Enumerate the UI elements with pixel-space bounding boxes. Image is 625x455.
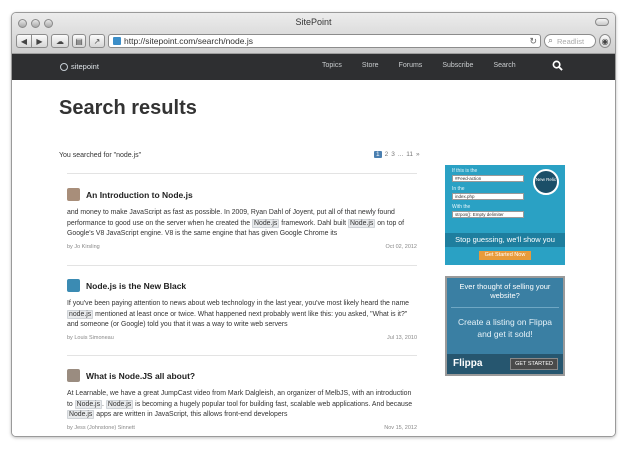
- ad-label: With the: [452, 204, 471, 210]
- reload-icon[interactable]: ↻: [529, 36, 537, 47]
- divider: [67, 173, 417, 174]
- result-title[interactable]: Node.js is the New Black: [86, 281, 186, 291]
- ad-tagline: Stop guessing, we'll show you: [445, 233, 565, 247]
- toolbar-toggle-button[interactable]: [595, 18, 609, 26]
- window-title: SitePoint: [295, 17, 332, 27]
- downloads-button[interactable]: ◉: [599, 34, 611, 48]
- bookmarks-button[interactable]: ▤: [72, 34, 86, 48]
- ad-label: In the: [452, 186, 465, 192]
- search-result: An Introduction to Node.js and money to …: [67, 188, 417, 250]
- result-author[interactable]: by Jess (Johnstone) Sinnett: [67, 425, 135, 431]
- ad-select: #Feed-action: [452, 175, 524, 182]
- result-date: Nov 15, 2012: [384, 424, 417, 431]
- ad-headline: Ever thought of selling your website?: [459, 282, 551, 300]
- result-description: and money to make JavaScript as fast as …: [67, 208, 417, 240]
- result-author[interactable]: by Louis Simoneau: [67, 335, 114, 341]
- search-result: What is Node.JS all about? At Learnable,…: [67, 369, 417, 431]
- nav-item-forums[interactable]: Forums: [399, 62, 423, 69]
- back-button[interactable]: ◀: [16, 34, 32, 48]
- ad-select: strpos(): Empty delimiter: [452, 211, 524, 218]
- cloud-icon: ☁: [56, 36, 64, 46]
- code-keyword: Node.js: [252, 218, 280, 228]
- share-button[interactable]: ↗: [89, 34, 105, 48]
- article-thumbnail-icon: [67, 279, 80, 292]
- divider: [67, 265, 417, 266]
- page-link[interactable]: 3: [391, 151, 395, 158]
- site-navbar: sitepoint Topics Store Forums Subscribe …: [12, 54, 615, 80]
- search-query-text: You searched for "node.js": [59, 152, 142, 159]
- page-ellipsis: ...: [397, 151, 404, 158]
- logo-text: sitepoint: [71, 62, 99, 71]
- page-link[interactable]: 2: [385, 151, 389, 158]
- ad-label: If this is the: [452, 168, 478, 174]
- page-title: Search results: [59, 97, 197, 119]
- search-icon[interactable]: [552, 60, 563, 71]
- pagination: 1 2 3 ... 11 »: [374, 151, 420, 158]
- nav-item-topics[interactable]: Topics: [322, 62, 342, 69]
- result-title[interactable]: What is Node.JS all about?: [86, 371, 195, 381]
- desc-text: If you've been paying attention to news …: [67, 300, 410, 307]
- forward-button[interactable]: ▶: [32, 34, 48, 48]
- download-icon: ◉: [601, 36, 609, 46]
- result-author[interactable]: by Jo Kirsling: [67, 244, 100, 250]
- divider: [67, 355, 417, 356]
- back-arrow-icon: ◀: [20, 36, 28, 46]
- flippa-logo: Flippa: [453, 358, 483, 369]
- browser-window: SitePoint ◀ ▶ ☁ ▤ ↗ http://sitepoint.com…: [11, 12, 616, 437]
- sitepoint-logo[interactable]: sitepoint: [60, 62, 99, 71]
- ad-footer: Flippa GET STARTED: [447, 354, 563, 374]
- forward-arrow-icon: ▶: [36, 36, 43, 46]
- desc-text: apps are written in JavaScript, this all…: [94, 411, 288, 419]
- browser-toolbar: ◀ ▶ ☁ ▤ ↗ http://sitepoint.com/search/no…: [16, 32, 611, 50]
- advertisement-newrelic[interactable]: If this is the #Feed-action In the index…: [445, 165, 565, 265]
- url-text: http://sitepoint.com/search/node.js: [124, 36, 253, 46]
- search-result: Node.js is the New Black If you've been …: [67, 279, 417, 341]
- sitepoint-logo-icon: [60, 62, 68, 71]
- result-description: If you've been paying attention to news …: [67, 299, 417, 331]
- desc-text: is becoming a hugely popular tool for bu…: [133, 400, 413, 408]
- desc-text: framework. Dahl built: [279, 219, 348, 227]
- icloud-tabs-button[interactable]: ☁: [51, 34, 69, 48]
- nav-item-subscribe[interactable]: Subscribe: [442, 62, 473, 69]
- history-buttons: ◀ ▶: [16, 34, 48, 48]
- main-menu: Topics Store Forums Subscribe Search: [322, 62, 536, 69]
- code-keyword: Node.js: [67, 410, 95, 420]
- ad-select: index.php: [452, 193, 524, 200]
- code-keyword: node.js: [67, 309, 94, 319]
- ad-divider: [451, 307, 559, 308]
- search-field-placeholder: Readlist: [557, 36, 585, 46]
- desc-text: mentioned at least once or twice. What h…: [67, 310, 408, 329]
- ad-cta-button[interactable]: Get Started Now: [479, 251, 531, 260]
- page-content: Search results You searched for "node.js…: [12, 80, 615, 436]
- next-page-link[interactable]: »: [416, 151, 420, 158]
- nav-item-store[interactable]: Store: [362, 62, 379, 69]
- article-thumbnail-icon: [67, 369, 80, 382]
- ad-body: Create a listing on Flippa and get it so…: [457, 317, 553, 339]
- article-thumbnail-icon: [67, 188, 80, 201]
- result-date: Oct 02, 2012: [385, 243, 418, 250]
- site-favicon-icon: [113, 37, 121, 45]
- advertisement-flippa[interactable]: Ever thought of selling your website? Cr…: [445, 276, 565, 376]
- result-description: At Learnable, we have a great JumpCast v…: [67, 389, 417, 421]
- book-icon: ▤: [75, 36, 83, 46]
- nav-item-search[interactable]: Search: [493, 62, 515, 69]
- result-date: Jul 13, 2010: [387, 334, 417, 341]
- code-keyword: Node.js: [347, 218, 376, 228]
- titlebar: SitePoint ◀ ▶ ☁ ▤ ↗ http://sitepoint.com…: [12, 13, 615, 54]
- ad-badge: New Relic: [533, 169, 559, 195]
- code-keyword: Node.js: [105, 399, 134, 409]
- page-link[interactable]: 11: [406, 151, 413, 158]
- share-icon: ↗: [93, 36, 101, 46]
- ad-cta-button[interactable]: GET STARTED: [510, 358, 558, 370]
- page-link-current[interactable]: 1: [374, 151, 382, 158]
- address-bar[interactable]: http://sitepoint.com/search/node.js ↻: [108, 34, 541, 48]
- result-title[interactable]: An Introduction to Node.js: [86, 190, 193, 200]
- browser-search-field[interactable]: Readlist: [544, 34, 596, 48]
- code-keyword: Node.js: [74, 399, 103, 409]
